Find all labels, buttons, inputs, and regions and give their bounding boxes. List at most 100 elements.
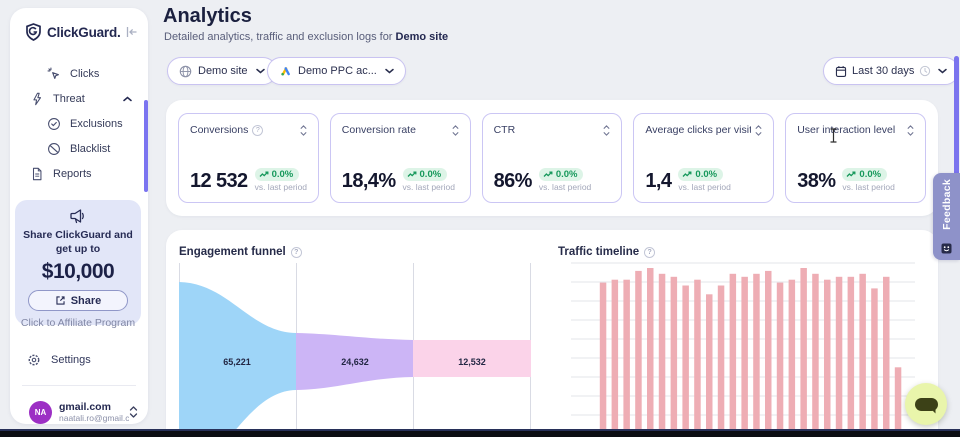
account-name: gmail.com	[59, 401, 129, 413]
sidebar-divider	[22, 385, 136, 386]
sidebar-item-label: Threat	[53, 93, 85, 105]
sidebar-item-threat[interactable]: Threat	[10, 86, 148, 111]
page-title: Analytics	[163, 5, 252, 28]
trend-note: vs. last period	[678, 182, 730, 192]
site-selector-value: Demo site	[198, 65, 248, 77]
trend-up-icon	[543, 171, 553, 178]
kpi-value: 86%	[494, 170, 532, 193]
globe-icon	[179, 65, 192, 78]
promo-text-line2: get up to	[15, 243, 141, 257]
traffic-bar	[765, 271, 772, 437]
promo-amount: $10,000	[15, 260, 141, 284]
chevron-up-icon[interactable]	[123, 96, 132, 102]
blocked-circle-icon	[47, 142, 61, 156]
trend-value: 0.0%	[859, 169, 881, 180]
traffic-timeline-chart	[557, 255, 925, 437]
sidebar-item-settings[interactable]: Settings	[10, 348, 148, 372]
sidebar-item-exclusions[interactable]: Exclusions	[10, 111, 148, 136]
traffic-bar	[730, 274, 737, 437]
sort-icon[interactable]	[755, 125, 762, 136]
clickguard-logo-shield-icon	[25, 23, 42, 41]
traffic-bar	[871, 288, 878, 437]
kpi-card-conversions: Conversions ? 12 532 0.0% vs. last perio…	[178, 113, 319, 203]
share-button[interactable]: Share	[28, 290, 128, 311]
kpi-card-conversion-rate: Conversion rate 18,4% 0.0% vs. last peri…	[330, 113, 471, 203]
sidebar-scrollbar-thumb[interactable]	[144, 100, 148, 192]
site-selector-dropdown[interactable]: Demo site	[167, 57, 277, 85]
promo-text-line1: Share ClickGuard and	[15, 229, 141, 243]
promo-caption: Click to Affiliate Program	[15, 317, 141, 329]
kpi-label: Average clicks per visitor	[645, 124, 751, 136]
trend-note: vs. last period	[403, 182, 455, 192]
kpi-label: User interaction level	[797, 124, 895, 136]
traffic-bar	[694, 280, 701, 437]
account-email: naatali.ro@gmail.com	[59, 413, 129, 423]
info-icon[interactable]: ?	[252, 125, 263, 136]
traffic-bar	[777, 283, 784, 437]
page-scrollbar-thumb[interactable]	[954, 56, 959, 176]
trend-note: vs. last period	[539, 182, 591, 192]
trend-value: 0.0%	[420, 169, 442, 180]
traffic-bar	[753, 274, 760, 437]
chevron-down-icon	[385, 68, 394, 74]
sidebar-item-label: Settings	[51, 354, 91, 366]
sort-icon[interactable]	[603, 125, 610, 136]
funnel-stage-value: 12,532	[458, 357, 486, 367]
traffic-bar	[659, 274, 666, 437]
date-range-dropdown[interactable]: Last 30 days	[823, 57, 959, 85]
traffic-bar	[741, 277, 748, 437]
traffic-bar	[600, 283, 607, 437]
kpi-label: Conversion rate	[342, 124, 416, 136]
lightning-icon	[30, 92, 44, 106]
trend-value: 0.0%	[272, 169, 294, 180]
charts-panel: Engagement funnel ? Traffic timeline ? 6…	[166, 230, 938, 437]
engagement-funnel-chart: 65,221 24,632 12,532	[179, 255, 531, 437]
avatar: NA	[29, 401, 52, 424]
kpi-value: 18,4%	[342, 170, 396, 193]
trend-up-icon	[407, 171, 417, 178]
kpi-card-user-interaction: User interaction level 38% 0.0% vs. last…	[785, 113, 926, 203]
chat-launcher-button[interactable]	[905, 383, 947, 425]
sort-icon[interactable]	[300, 125, 307, 136]
sort-icon[interactable]	[907, 125, 914, 136]
kpi-card-avg-clicks: Average clicks per visitor 1,4 0.0% vs. …	[633, 113, 774, 203]
feedback-widget-icon	[941, 243, 952, 254]
collapse-sidebar-icon[interactable]	[125, 26, 138, 38]
feedback-tab-label: Feedback	[941, 179, 953, 230]
kpi-value: 12 532	[190, 170, 248, 193]
page-subtitle-text: Detailed analytics, traffic and exclusio…	[164, 31, 392, 43]
trend-value: 0.0%	[556, 169, 578, 180]
sidebar-item-blacklist[interactable]: Blacklist	[10, 136, 148, 161]
account-switcher[interactable]: NA gmail.com naatali.ro@gmail.com	[10, 395, 148, 429]
gear-icon	[27, 353, 41, 367]
chevron-down-icon	[256, 68, 265, 74]
page-subtitle: Detailed analytics, traffic and exclusio…	[164, 31, 448, 43]
traffic-bar	[647, 268, 654, 437]
sidebar-item-reports[interactable]: Reports	[10, 161, 148, 186]
trend-note: vs. last period	[842, 182, 894, 192]
trend-badge: 0.0%	[678, 168, 723, 181]
ppc-account-selector-dropdown[interactable]: Demo PPC ac...	[267, 57, 406, 85]
traffic-bar	[682, 286, 689, 437]
select-carets-icon	[129, 406, 138, 418]
trend-badge: 0.0%	[403, 168, 448, 181]
kpi-card-ctr: CTR 86% 0.0% vs. last period	[482, 113, 623, 203]
kpi-panel: Conversions ? 12 532 0.0% vs. last perio…	[166, 100, 938, 216]
calendar-icon	[835, 65, 847, 78]
date-range-value: Last 30 days	[852, 65, 914, 77]
chevron-down-icon	[938, 68, 947, 74]
trend-badge: 0.0%	[842, 168, 887, 181]
trend-up-icon	[259, 171, 269, 178]
affiliate-promo-card[interactable]: Share ClickGuard and get up to $10,000 S…	[15, 200, 141, 325]
traffic-bar	[635, 271, 642, 437]
share-button-label: Share	[71, 295, 102, 307]
sidebar-item-clicks[interactable]: Clicks	[10, 61, 148, 86]
clock-icon	[919, 65, 931, 77]
traffic-bar	[895, 367, 902, 437]
traffic-bar	[612, 280, 619, 437]
trend-up-icon	[846, 171, 856, 178]
page-subtitle-site: Demo site	[396, 31, 449, 43]
sort-icon[interactable]	[452, 125, 459, 136]
feedback-tab[interactable]: Feedback	[933, 173, 960, 260]
traffic-bar	[824, 280, 831, 437]
